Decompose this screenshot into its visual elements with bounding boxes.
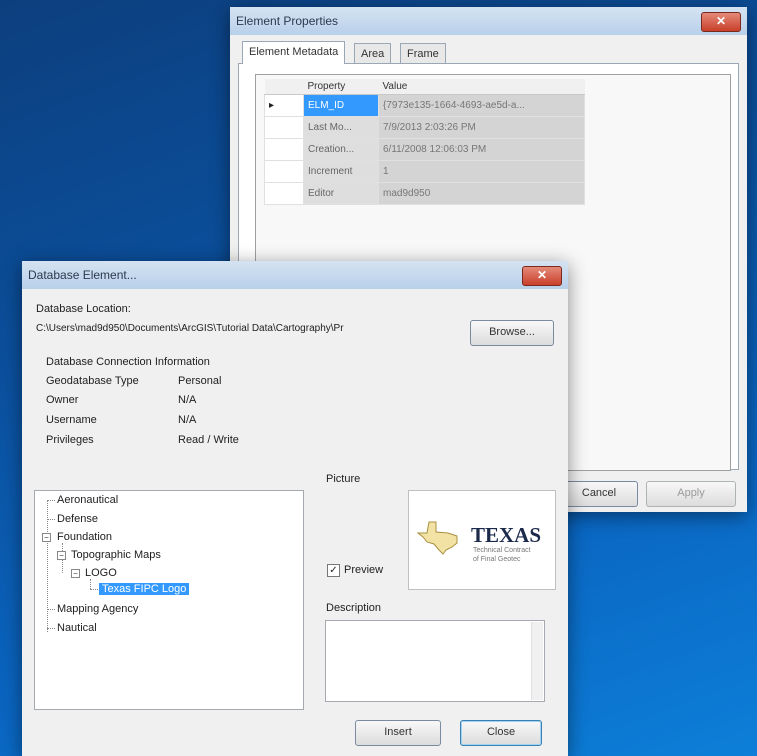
grid-cell-value[interactable]: 6/11/2008 12:06:03 PM <box>378 138 585 161</box>
grid-header-property[interactable]: Property <box>303 79 379 95</box>
tree-item-foundation[interactable]: Foundation <box>57 531 112 543</box>
database-element-title: Database Element... <box>28 268 137 282</box>
tree-item-defense[interactable]: Defense <box>57 513 98 525</box>
description-scrollbar[interactable] <box>531 622 543 700</box>
preview-label: Preview <box>344 564 384 576</box>
username-label: Username <box>46 414 97 426</box>
grid-cell-property[interactable]: Creation... <box>303 138 379 161</box>
browse-button[interactable]: Browse... <box>470 320 554 346</box>
geodatabase-type-value: Personal <box>178 375 222 387</box>
table-row[interactable]: ▸ ELM_ID {7973e135-1664-4693-ae5d-a... <box>264 94 585 117</box>
collapse-icon[interactable]: − <box>71 569 80 578</box>
picture-preview: TEXAS Technical Contract of Final Geotec <box>408 490 556 590</box>
tab-frame[interactable]: Frame <box>400 43 446 64</box>
grid-cell-property[interactable]: Increment <box>303 160 379 183</box>
grid-header-value[interactable]: Value <box>378 79 585 95</box>
insert-button[interactable]: Insert <box>355 720 441 746</box>
grid-cell-property[interactable]: Editor <box>303 182 379 205</box>
texas-logo-icon <box>417 521 458 555</box>
metadata-grid: Property Value ▸ ELM_ID {7973e135-1664-4… <box>264 79 585 205</box>
database-location-path: C:\Users\mad9d950\Documents\ArcGIS\Tutor… <box>36 323 344 334</box>
grid-cell-property[interactable]: ELM_ID <box>303 94 379 117</box>
preview-checkbox[interactable]: ✓ <box>327 564 340 577</box>
grid-cell-value[interactable]: mad9d950 <box>378 182 585 205</box>
tree-item-aeronautical[interactable]: Aeronautical <box>57 494 118 506</box>
username-value: N/A <box>178 414 197 426</box>
table-row[interactable]: Last Mo... 7/9/2013 2:03:26 PM <box>264 116 585 139</box>
tree-item-logo[interactable]: LOGO <box>85 567 117 579</box>
description-label: Description <box>326 602 382 614</box>
element-properties-title: Element Properties <box>236 14 339 28</box>
tree-item-topographic-maps[interactable]: Topographic Maps <box>71 549 161 561</box>
grid-header-selector <box>264 79 304 95</box>
texas-logo-text: TEXAS <box>471 523 542 547</box>
grid-cell-property[interactable]: Last Mo... <box>303 116 379 139</box>
picture-label: Picture <box>326 473 361 485</box>
close-button[interactable]: Close <box>460 720 542 746</box>
database-element-titlebar[interactable]: Database Element... ✕ <box>22 261 568 289</box>
element-properties-titlebar[interactable]: Element Properties ✕ <box>230 7 747 35</box>
owner-value: N/A <box>178 394 197 406</box>
table-row[interactable]: Creation... 6/11/2008 12:06:03 PM <box>264 138 585 161</box>
table-row[interactable]: Editor mad9d950 <box>264 182 585 205</box>
texas-logo-subtitle-2: of Final Geotec <box>473 556 521 563</box>
tab-element-metadata[interactable]: Element Metadata <box>242 41 346 64</box>
collapse-icon[interactable]: − <box>42 533 51 542</box>
element-properties-close-button[interactable]: ✕ <box>701 12 741 32</box>
tree-item-texas-logo[interactable]: Texas FIPC Logo <box>99 583 190 595</box>
grid-cell-value[interactable]: 1 <box>378 160 585 183</box>
privileges-value: Read / Write <box>178 434 239 446</box>
texas-logo-subtitle-1: Technical Contract <box>473 547 531 554</box>
database-location-label: Database Location: <box>36 303 131 315</box>
table-row[interactable]: Increment 1 <box>264 160 585 183</box>
privileges-label: Privileges <box>46 434 94 446</box>
current-row-marker-icon: ▸ <box>264 94 304 117</box>
element-tree[interactable]: Aeronautical Defense − Foundation − Topo… <box>34 490 304 710</box>
grid-cell-value[interactable]: 7/9/2013 2:03:26 PM <box>378 116 585 139</box>
owner-label: Owner <box>46 394 79 406</box>
grid-cell-value[interactable]: {7973e135-1664-4693-ae5d-a... <box>378 94 585 117</box>
description-field[interactable] <box>325 620 545 702</box>
connection-info-title: Database Connection Information <box>46 356 210 368</box>
collapse-icon[interactable]: − <box>57 551 66 560</box>
database-element-close-button[interactable]: ✕ <box>522 266 562 286</box>
tree-item-mapping-agency[interactable]: Mapping Agency <box>57 603 138 615</box>
apply-button[interactable]: Apply <box>646 481 736 507</box>
cancel-button[interactable]: Cancel <box>560 481 638 507</box>
database-element-window: Database Element... ✕ Database Location:… <box>22 261 568 756</box>
tab-area[interactable]: Area <box>354 43 392 64</box>
tree-item-nautical[interactable]: Nautical <box>57 622 97 634</box>
geodatabase-type-label: Geodatabase Type <box>46 375 139 387</box>
